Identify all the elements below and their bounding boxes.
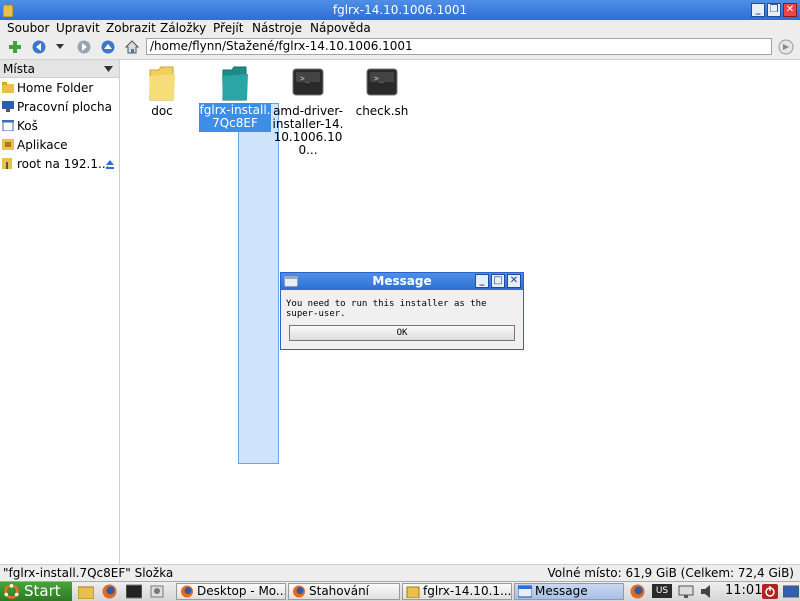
ok-button[interactable]: OK	[289, 325, 515, 341]
file-item[interactable]: doc	[126, 64, 198, 118]
toolbar: /home/flynn/Stažené/fglrx-14.10.1006.100…	[0, 36, 800, 60]
home-folder-icon	[2, 82, 14, 93]
dialog-titlebar[interactable]: Message _ □ ✕	[281, 273, 523, 290]
sidebar-item-label: Aplikace	[17, 138, 68, 152]
back-icon[interactable]	[32, 40, 46, 54]
task-label: Stahování	[309, 584, 370, 598]
network-icon[interactable]	[678, 585, 694, 598]
go-icon[interactable]	[778, 39, 794, 55]
close-icon[interactable]: ✕	[783, 3, 797, 17]
eject-icon[interactable]	[106, 160, 114, 169]
file-item[interactable]: >_ amd-driver-installer-14.10.1006.100..…	[272, 68, 344, 157]
file-label: doc	[151, 104, 173, 118]
task-label: Message	[535, 584, 588, 598]
tray-firefox-icon[interactable]	[630, 584, 645, 599]
task-label: Desktop - Mo...	[197, 584, 286, 598]
chevron-down-icon[interactable]	[104, 66, 113, 72]
applications-icon	[2, 139, 14, 150]
script-icon: >_	[292, 68, 324, 96]
sidebar-header[interactable]: Místa	[0, 60, 119, 78]
volume-icon[interactable]	[700, 585, 716, 598]
close-icon[interactable]: ✕	[507, 274, 521, 288]
sidebar-header-label: Místa	[3, 62, 35, 76]
minimize-icon[interactable]: _	[475, 274, 489, 288]
power-icon[interactable]	[762, 584, 778, 599]
window-titlebar[interactable]: fglrx-14.10.1006.1001 _ ❐ ✕	[0, 0, 800, 20]
statusbar: "fglrx-install.7Qc8EF" Složka Volné míst…	[0, 564, 800, 582]
menu-prejit[interactable]: Přejít	[213, 21, 243, 35]
media-launcher-icon[interactable]	[149, 584, 165, 599]
sidebar-item-label: root na 192.1...	[17, 157, 110, 171]
file-item[interactable]: >_ check.sh	[346, 68, 418, 118]
status-selection: "fglrx-install.7Qc8EF" Složka	[3, 566, 174, 580]
firefox-launcher-icon[interactable]	[102, 584, 117, 599]
message-dialog: Message _ □ ✕ You need to run this insta…	[280, 272, 524, 350]
menu-soubor[interactable]: Soubor	[7, 21, 49, 35]
places-sidebar: Místa Home Folder Pracovní plocha Koš Ap…	[0, 60, 120, 564]
ubuntu-logo-icon	[4, 584, 19, 599]
minimize-icon[interactable]: _	[751, 3, 765, 17]
task-label: fglrx-14.10.1...	[423, 584, 512, 598]
menu-upravit[interactable]: Upravit	[56, 21, 100, 35]
sidebar-item-label: Home Folder	[17, 81, 94, 95]
sidebar-item-network[interactable]: root na 192.1...	[2, 156, 118, 174]
maximize-icon[interactable]: □	[491, 274, 505, 288]
file-label: fglrx-install.7Qc8EF	[199, 103, 271, 132]
new-tab-icon[interactable]	[8, 40, 22, 54]
menu-zalozky[interactable]: Záložky	[160, 21, 206, 35]
file-manager-launcher-icon[interactable]	[78, 584, 94, 599]
taskbar: Start Desktop - Mo... Stahování fglrx-14…	[0, 581, 800, 601]
menu-zobrazit[interactable]: Zobrazit	[106, 21, 156, 35]
script-icon: >_	[366, 68, 398, 96]
terminal-launcher-icon[interactable]	[126, 584, 142, 599]
folder-icon	[222, 66, 248, 101]
sidebar-item-label: Pracovní plocha	[17, 100, 112, 114]
start-button[interactable]: Start	[0, 582, 72, 601]
selection-rectangle	[238, 103, 279, 464]
show-desktop-icon[interactable]	[783, 584, 799, 599]
sidebar-item-applications[interactable]: Aplikace	[2, 137, 118, 155]
sidebar-item-trash[interactable]: Koš	[2, 118, 118, 136]
task-downloads[interactable]: Stahování	[288, 583, 400, 600]
home-icon[interactable]	[125, 40, 139, 54]
task-file-manager[interactable]: fglrx-14.10.1...	[402, 583, 512, 600]
svg-text:>_: >_	[300, 74, 310, 83]
task-desktop[interactable]: Desktop - Mo...	[176, 583, 286, 600]
maximize-icon[interactable]: ❐	[767, 3, 781, 17]
keyboard-layout-indicator[interactable]: US	[652, 584, 672, 598]
menu-napoveda[interactable]: Nápověda	[310, 21, 371, 35]
file-label: check.sh	[355, 104, 409, 118]
location-bar[interactable]: /home/flynn/Stažené/fglrx-14.10.1006.100…	[146, 38, 772, 55]
window-title: fglrx-14.10.1006.1001	[332, 3, 468, 17]
trash-icon	[2, 120, 14, 131]
firefox-icon	[293, 585, 305, 598]
file-label: amd-driver-installer-14.10.1006.100...	[272, 104, 344, 157]
sidebar-item-home[interactable]: Home Folder	[2, 80, 118, 98]
window-icon	[518, 585, 532, 598]
up-icon[interactable]	[101, 40, 115, 54]
dialog-message: You need to run this installer as the su…	[286, 299, 487, 319]
file-item-selected[interactable]: fglrx-install.7Qc8EF	[199, 64, 271, 132]
task-message[interactable]: Message	[514, 583, 624, 600]
network-folder-icon	[2, 158, 12, 169]
folder-icon	[406, 586, 420, 598]
menu-nastroje[interactable]: Nástroje	[252, 21, 302, 35]
folder-icon	[149, 66, 175, 101]
sidebar-item-desktop[interactable]: Pracovní plocha	[2, 99, 118, 117]
clock: 11:01	[725, 583, 763, 598]
desktop-icon	[2, 101, 14, 112]
firefox-icon	[181, 585, 193, 598]
forward-icon[interactable]	[77, 40, 91, 54]
sidebar-item-label: Koš	[17, 119, 38, 133]
status-free-space: Volné místo: 61,9 GiB (Celkem: 72,4 GiB)	[547, 566, 794, 580]
svg-text:>_: >_	[374, 74, 384, 83]
history-dropdown-icon[interactable]	[56, 44, 64, 50]
start-label: Start	[24, 582, 61, 600]
menubar: Soubor Upravit Zobrazit Záložky Přejít N…	[0, 20, 800, 36]
